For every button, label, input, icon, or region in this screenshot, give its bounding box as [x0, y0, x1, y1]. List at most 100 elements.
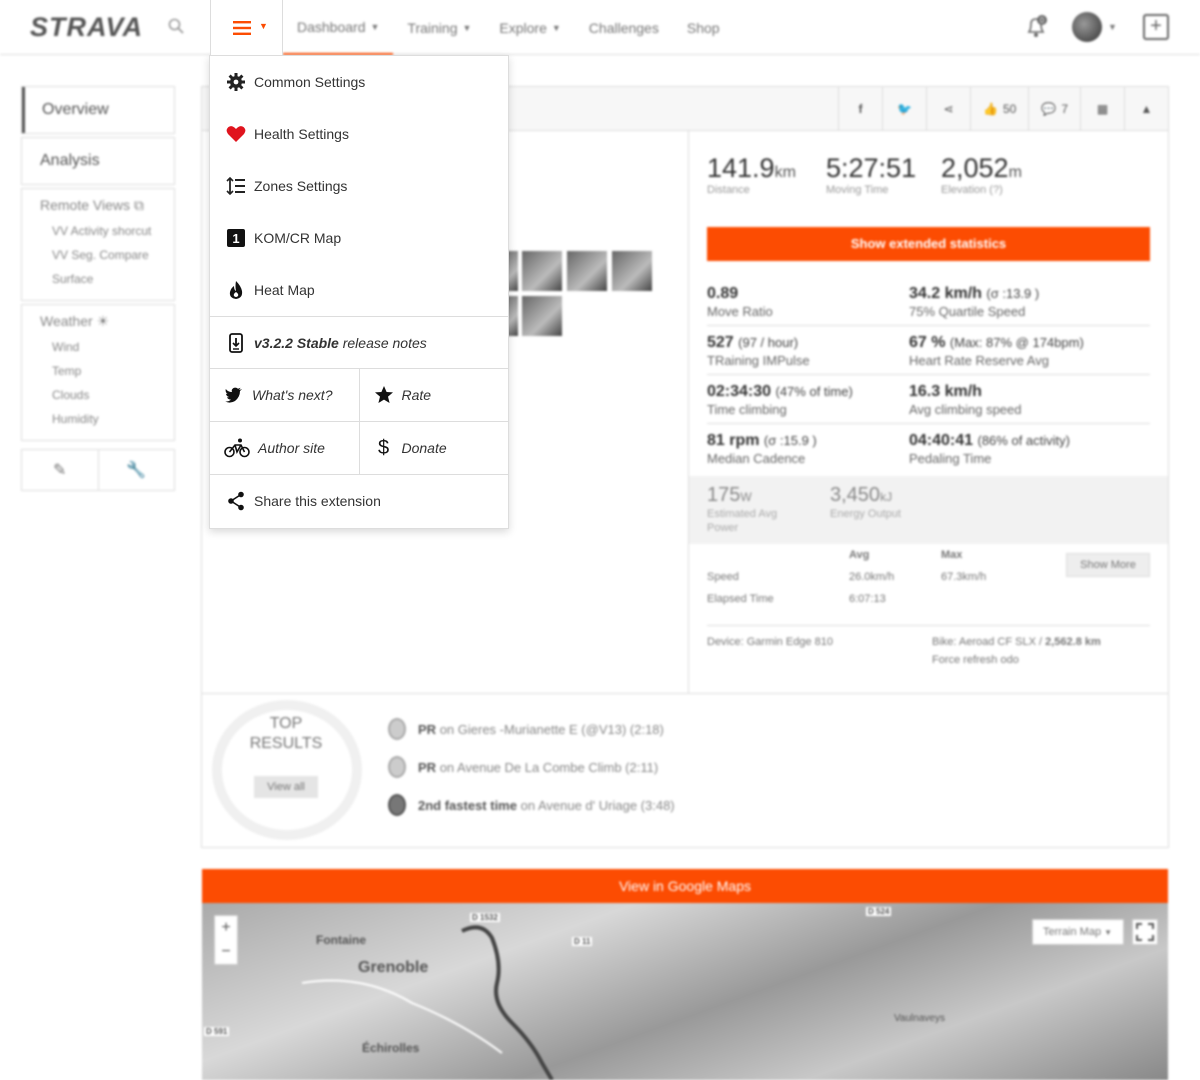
menu-item-whats-next[interactable]: What's next? — [210, 369, 360, 421]
road-label: D 524 — [866, 907, 892, 916]
kudos-count: 50 — [1003, 102, 1017, 116]
photo-thumb[interactable] — [522, 251, 562, 291]
edit-pencil-icon[interactable]: ✎ — [22, 450, 99, 490]
stats-row: 81 rpm (σ :15.9 ) Median Cadence 04:40:41… — [707, 424, 1150, 473]
sidebar-weather-header[interactable]: Weather ☀ — [22, 305, 174, 336]
sidebar-item-wind[interactable]: Wind — [22, 336, 174, 360]
sidebar-item-vv-seg-compare[interactable]: VV Seg. Compare — [22, 244, 174, 268]
collapse-caret-icon[interactable]: ▲ — [1124, 87, 1168, 131]
comment-count: 7 — [1061, 102, 1068, 116]
table-cell-max: 67.3km/h — [941, 571, 987, 583]
force-refresh-link[interactable]: Force refresh odo — [932, 654, 1019, 666]
search-icon[interactable] — [168, 18, 184, 34]
table-row-label: Elapsed Time — [707, 593, 774, 605]
menu-item-rate[interactable]: Rate — [360, 369, 509, 421]
nav-challenges-label: Challenges — [588, 19, 659, 36]
menu-item-zones-settings[interactable]: Zones Settings — [210, 160, 508, 212]
sidebar-remote-views-header[interactable]: Remote Views ⧉ — [22, 189, 174, 220]
nav-training[interactable]: Training ▼ — [393, 0, 485, 55]
energy-unit: kJ — [880, 490, 893, 504]
elevation-value: 2,052 — [941, 153, 1009, 183]
stat-label: Pedaling Time — [909, 451, 992, 466]
sidebar-item-overview[interactable]: Overview — [22, 87, 174, 133]
list-item[interactable]: 2nd fastest time on Avenue d' Uriage (3:… — [388, 786, 675, 824]
wrench-icon[interactable]: 🔧 — [99, 450, 175, 490]
menu-item-kom-cr-map[interactable]: 1 KOM/CR Map — [210, 212, 508, 264]
facebook-icon[interactable]: f — [838, 87, 882, 131]
route-map[interactable]: + − Fontaine Grenoble Échirolles Vaulnave… — [202, 903, 1168, 1080]
menu-item-donate[interactable]: $ Donate — [360, 422, 509, 474]
svg-text:1: 1 — [232, 231, 239, 246]
medal-icon — [388, 756, 406, 778]
share-bar: f 🐦 ⋖ 👍 50 💬 7 ▦ ▲ — [838, 87, 1168, 131]
twitter-icon[interactable]: 🐦 — [882, 87, 926, 131]
sidebar-item-vv-activity[interactable]: VV Activity shorcut — [22, 220, 174, 244]
sidebar-item-analysis[interactable]: Analysis — [22, 138, 174, 184]
terrain-map-select[interactable]: Terrain Map ▼ — [1032, 919, 1124, 945]
show-more-button[interactable]: Show More — [1066, 553, 1150, 577]
view-all-button[interactable]: View all — [254, 776, 318, 798]
sidebar-item-surface[interactable]: Surface — [22, 268, 174, 292]
nav-explore[interactable]: Explore ▼ — [485, 0, 574, 55]
photo-thumb[interactable] — [612, 251, 652, 291]
menu-item-share-extension[interactable]: Share this extension — [210, 474, 508, 526]
distance-unit: km — [774, 164, 796, 181]
qr-code-icon[interactable]: ▦ — [1080, 87, 1124, 131]
power-block: 175W Estimated Avg Power 3,450kJ Energy Ou… — [689, 476, 1168, 544]
sidebar-group-analysis: Analysis — [21, 137, 175, 185]
share-icon[interactable]: ⋖ — [926, 87, 970, 131]
sidebar-tools: ✎ 🔧 — [21, 449, 175, 491]
stat-label: Time climbing — [707, 402, 787, 417]
list-item[interactable]: PR on Avenue De La Combe Climb (2:11) — [388, 748, 675, 786]
notification-bell-icon[interactable]: 0 — [1023, 14, 1049, 40]
stat-sub: (47% of time) — [775, 384, 853, 399]
extension-menu-button[interactable]: ▼ — [210, 0, 283, 55]
whats-next-label: What's next? — [252, 387, 333, 403]
menu-item-label: KOM/CR Map — [254, 230, 342, 246]
nav-challenges[interactable]: Challenges — [575, 0, 673, 55]
add-activity-button[interactable]: + — [1143, 14, 1169, 40]
bike-info: Bike: Aeroad CF SLX / 2,562.8 km — [932, 636, 1101, 648]
view-in-google-maps-button[interactable]: View in Google Maps — [202, 869, 1168, 903]
map-label: Échirolles — [362, 1041, 420, 1055]
heart-icon — [226, 124, 246, 144]
stat-cell: 16.3 km/h Avg climbing speed — [909, 383, 1022, 417]
sidebar-item-temp[interactable]: Temp — [22, 360, 174, 384]
release-version: v3.2.2 Stable — [254, 334, 339, 351]
menu-item-common-settings[interactable]: Common Settings — [210, 56, 508, 108]
stat-label: Heart Rate Reserve Avg — [909, 353, 1049, 368]
stat-value: 16.3 km/h — [909, 383, 982, 400]
stat-sub: (σ :15.9 ) — [763, 433, 817, 448]
author-site-label: Author site — [258, 440, 325, 456]
medal-icon — [388, 718, 406, 740]
avatar[interactable] — [1072, 12, 1102, 42]
stat-sub: (97 / hour) — [738, 335, 799, 350]
zoom-in-button[interactable]: + — [215, 916, 237, 940]
menu-item-release-notes[interactable]: v3.2.2 Stable release notes — [210, 316, 508, 368]
chevron-down-icon: ▼ — [370, 21, 380, 32]
svg-text:0: 0 — [1040, 16, 1045, 25]
sidebar-group-weather: Weather ☀ Wind Temp Clouds Humidity — [21, 304, 175, 441]
photo-thumb[interactable] — [522, 296, 562, 336]
nav-dashboard[interactable]: Dashboard ▼ — [283, 0, 394, 55]
nav-shop[interactable]: Shop — [673, 0, 734, 55]
comments-button[interactable]: 💬 7 — [1028, 87, 1080, 131]
fullscreen-icon[interactable] — [1132, 919, 1158, 945]
menu-item-author-site[interactable]: Author site — [210, 422, 360, 474]
elevation-label: Elevation (?) — [941, 184, 1003, 196]
zoom-out-button[interactable]: − — [215, 940, 237, 964]
share-extension-label: Share this extension — [254, 492, 381, 509]
kudos-button[interactable]: 👍 50 — [970, 87, 1028, 131]
strava-logo[interactable]: STRAVA — [30, 12, 143, 43]
stat-moving-time: 5:27:51 Moving Time — [826, 153, 916, 196]
top-results-list: PR on Gieres -Murianette E (@V13) (2:18)… — [388, 710, 675, 824]
chevron-down-icon[interactable]: ▼ — [1108, 22, 1117, 32]
stats-column: 141.9km Distance 5:27:51 Moving Time 2,0… — [688, 131, 1168, 693]
sidebar-item-clouds[interactable]: Clouds — [22, 384, 174, 408]
sidebar-item-humidity[interactable]: Humidity — [22, 408, 174, 432]
menu-item-heat-map[interactable]: Heat Map — [210, 264, 508, 316]
list-item[interactable]: PR on Gieres -Murianette E (@V13) (2:18) — [388, 710, 675, 748]
show-extended-statistics-button[interactable]: Show extended statistics — [707, 227, 1150, 261]
photo-thumb[interactable] — [567, 251, 607, 291]
menu-item-health-settings[interactable]: Health Settings — [210, 108, 508, 160]
